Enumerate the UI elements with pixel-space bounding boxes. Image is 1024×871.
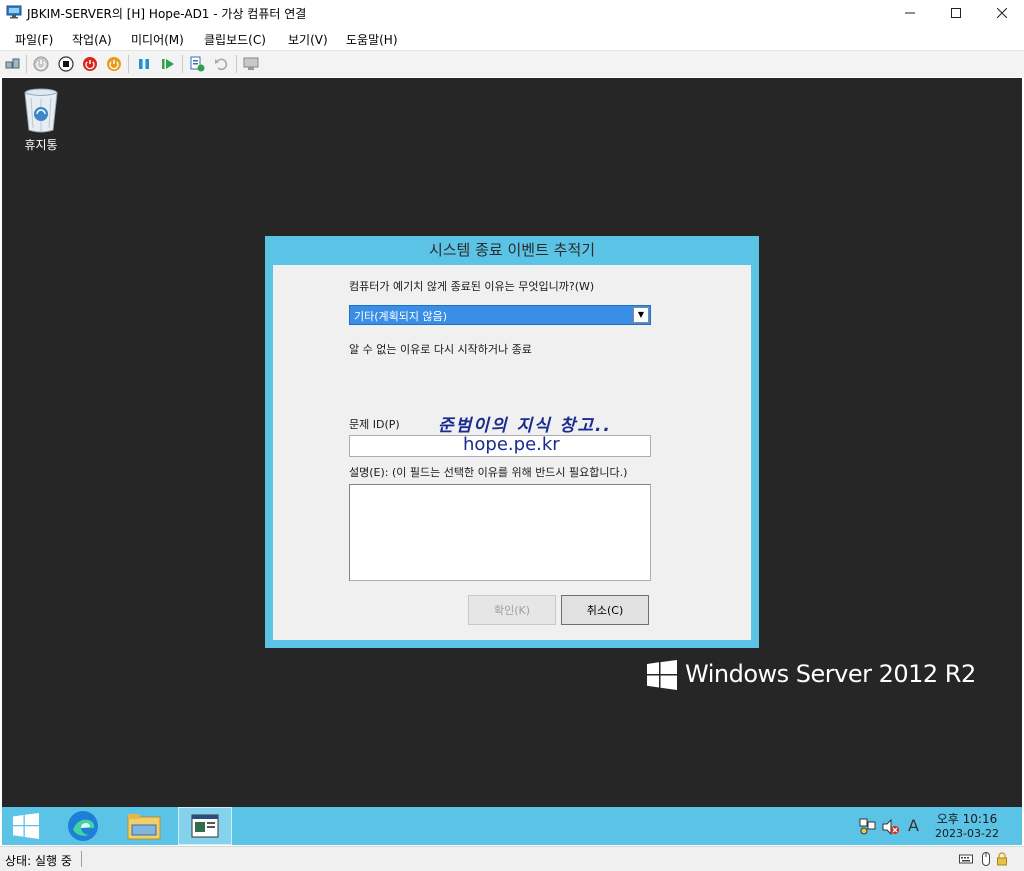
shutdown-icon[interactable] xyxy=(82,56,98,72)
enhanced-session-icon[interactable] xyxy=(243,56,259,72)
lock-icon xyxy=(997,852,1007,866)
reason-selected-value: 기타(계획되지 않음) xyxy=(354,310,448,323)
minimize-icon xyxy=(905,12,915,14)
toolbar-separator xyxy=(26,55,27,73)
keyboard-icon xyxy=(959,854,973,864)
vm-connection-window: JBKIM-SERVER의 [H] Hope-AD1 - 가상 컴퓨터 연결 파… xyxy=(0,0,1024,871)
description-textarea[interactable] xyxy=(349,484,651,581)
taskbar-edge[interactable] xyxy=(60,807,106,845)
start-icon[interactable] xyxy=(33,56,49,72)
windows-start-icon xyxy=(13,813,39,839)
menu-view[interactable]: 보기(V) xyxy=(288,31,328,48)
menu-media[interactable]: 미디어(M) xyxy=(131,31,184,48)
folder-icon xyxy=(127,814,161,840)
menu-clipboard[interactable]: 클립보드(C) xyxy=(204,31,266,48)
clock-date[interactable]: 2023-03-22 xyxy=(932,827,1002,840)
menu-bar: 파일(F) 작업(A) 미디어(M) 클립보드(C) 보기(V) 도움말(H) xyxy=(0,26,1024,50)
status-separator xyxy=(81,851,82,867)
save-state-icon[interactable] xyxy=(106,56,122,72)
menu-help[interactable]: 도움말(H) xyxy=(346,31,398,48)
mouse-icon xyxy=(982,852,990,866)
turn-off-icon[interactable] xyxy=(58,56,74,72)
chevron-down-icon[interactable]: ▼ xyxy=(633,307,649,323)
status-bar: 상태: 실행 중 xyxy=(0,846,1024,871)
ctrl-alt-del-icon[interactable] xyxy=(5,56,21,72)
pause-icon[interactable] xyxy=(136,56,152,72)
clock-time[interactable]: 오후 10:16 xyxy=(932,810,1002,827)
windows-logo-icon xyxy=(647,660,677,690)
reason-description: 알 수 없는 이유로 다시 시작하거나 종료 xyxy=(349,343,532,356)
close-button[interactable] xyxy=(979,0,1024,26)
cancel-button[interactable]: 취소(C) xyxy=(561,595,649,625)
toolbar-separator xyxy=(236,55,237,73)
menu-file[interactable]: 파일(F) xyxy=(15,31,53,48)
speaker-muted-icon[interactable] xyxy=(882,818,900,836)
recycle-bin-label: 휴지통 xyxy=(24,138,58,152)
description-label: 설명(E): (이 필드는 선택한 이유를 위해 반드시 필요합니다.) xyxy=(349,466,628,479)
revert-icon[interactable] xyxy=(213,56,229,72)
dialog-body: 컴퓨터가 예기치 않게 종료된 이유는 무엇입니까?(W) 기타(계획되지 않음… xyxy=(273,265,751,640)
taskbar: A 오후 10:16 2023-03-22 xyxy=(2,807,1022,845)
reason-dropdown[interactable]: 기타(계획되지 않음) ▼ xyxy=(349,305,651,325)
watermark-name: 준범이의 지식 창고.. xyxy=(438,416,612,436)
windows-server-brand: Windows Server 2012 R2 xyxy=(685,660,976,688)
maximize-icon xyxy=(951,8,961,18)
resume-icon[interactable] xyxy=(160,56,176,72)
start-button[interactable] xyxy=(2,807,50,845)
dialog-title: 시스템 종료 이벤트 추적기 xyxy=(428,241,596,259)
window-title: JBKIM-SERVER의 [H] Hope-AD1 - 가상 컴퓨터 연결 xyxy=(27,7,307,21)
network-icon[interactable] xyxy=(859,817,877,835)
reason-question-label: 컴퓨터가 예기치 않게 종료된 이유는 무엇입니까?(W) xyxy=(349,280,595,293)
minimize-button[interactable] xyxy=(887,0,933,26)
recycle-bin-icon xyxy=(24,88,58,133)
edge-icon xyxy=(68,811,98,841)
taskbar-file-explorer[interactable] xyxy=(120,807,168,845)
ime-indicator[interactable]: A xyxy=(908,816,919,835)
toolbar-separator xyxy=(182,55,183,73)
shutdown-event-tracker-dialog: 시스템 종료 이벤트 추적기 컴퓨터가 예기치 않게 종료된 이유는 무엇입니까… xyxy=(265,236,759,648)
dialog-window-icon xyxy=(191,814,219,838)
recycle-bin[interactable]: 휴지통 xyxy=(12,86,70,153)
menu-action[interactable]: 작업(A) xyxy=(72,31,112,48)
close-icon xyxy=(997,8,1007,18)
checkpoint-icon[interactable] xyxy=(189,56,205,72)
toolbar-separator xyxy=(128,55,129,73)
vm-status: 상태: 실행 중 xyxy=(5,854,72,868)
maximize-button[interactable] xyxy=(933,0,979,26)
problem-id-label: 문제 ID(P) xyxy=(349,418,400,431)
ok-button[interactable]: 확인(K) xyxy=(468,595,556,625)
title-bar[interactable]: JBKIM-SERVER의 [H] Hope-AD1 - 가상 컴퓨터 연결 xyxy=(0,0,1024,26)
taskbar-shutdown-tracker[interactable] xyxy=(178,807,232,845)
vm-screen[interactable]: 휴지통 시스템 종료 이벤트 추적기 컴퓨터가 예기치 않게 종료된 이유는 무… xyxy=(2,78,1022,845)
vm-connect-icon xyxy=(6,5,22,19)
watermark-url: hope.pe.kr xyxy=(463,434,560,455)
toolbar xyxy=(0,50,1024,77)
